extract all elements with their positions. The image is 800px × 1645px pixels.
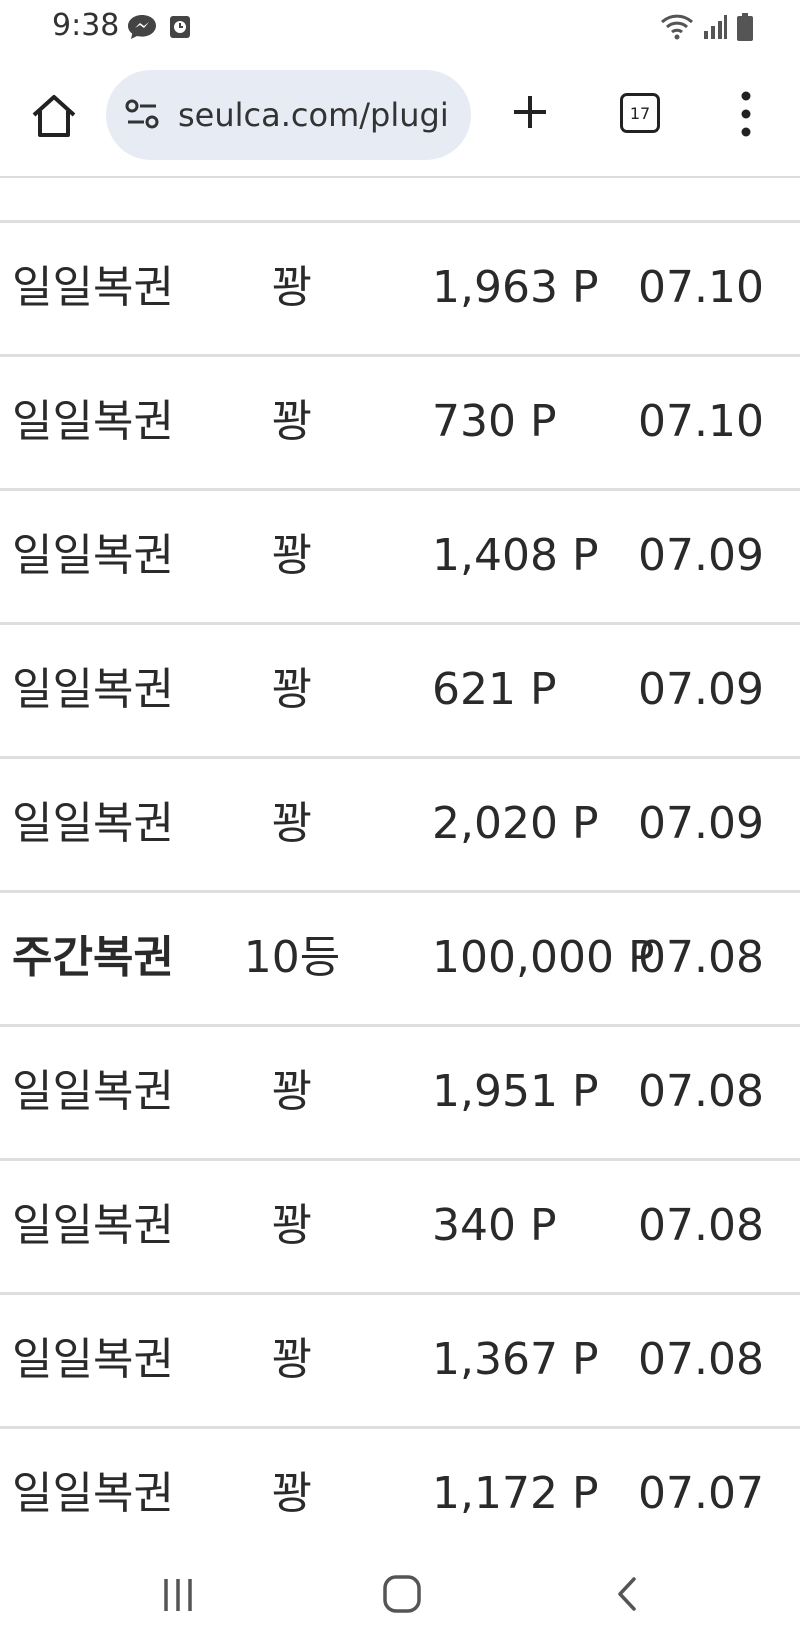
lottery-rank: 꽝	[271, 1066, 313, 1117]
lottery-date: 07.10	[638, 396, 764, 447]
home-icon	[32, 95, 76, 137]
more-menu-button[interactable]	[734, 86, 758, 142]
lottery-type: 일일복권	[12, 1334, 174, 1385]
lottery-type: 일일복권	[12, 1200, 174, 1251]
lottery-type: 일일복권	[12, 530, 174, 581]
lottery-date: 07.08	[638, 932, 764, 983]
wifi-icon	[660, 13, 694, 45]
lottery-type: 주간복권	[12, 932, 174, 983]
lottery-type: 일일복권	[12, 262, 174, 313]
lottery-points: 1,963 P	[432, 262, 599, 313]
lottery-type: 일일복권	[12, 664, 174, 715]
lottery-type: 일일복권	[12, 1468, 174, 1519]
lottery-date: 07.08	[638, 1066, 764, 1117]
lottery-date: 07.08	[638, 1200, 764, 1251]
new-tab-button[interactable]	[506, 88, 554, 136]
lottery-points: 1,172 P	[432, 1468, 599, 1519]
home-circle-icon	[383, 1575, 421, 1613]
table-row: 일일복권 꽝 1,172 P 07.07	[0, 1426, 800, 1560]
lottery-points: 1,408 P	[432, 530, 599, 581]
lottery-date: 07.10	[638, 262, 764, 313]
lottery-history-table: 일일복권 꽝 1,963 P 07.10 일일복권 꽝 730 P 07.10 일일복권 꽝 1,4…	[0, 220, 800, 1560]
back-button[interactable]	[610, 1573, 644, 1615]
toolbar-divider	[0, 176, 800, 178]
alarm-icon	[168, 14, 192, 44]
lottery-rank: 꽝	[271, 664, 313, 715]
lottery-points: 100,000 P	[432, 932, 655, 983]
status-bar: 9:38	[0, 0, 800, 56]
table-row: 주간복권 10등 100,000 P 07.08	[0, 890, 800, 1024]
table-row: 일일복권 꽝 1,408 P 07.09	[0, 488, 800, 622]
back-icon	[618, 1577, 636, 1611]
status-time: 9:38	[52, 8, 120, 43]
lottery-points: 2,020 P	[432, 798, 599, 849]
table-row: 일일복권 꽝 2,020 P 07.09	[0, 756, 800, 890]
site-info-icon[interactable]	[124, 98, 160, 132]
more-vert-icon	[741, 91, 751, 137]
lottery-rank: 꽝	[271, 798, 313, 849]
lottery-date: 07.08	[638, 1334, 764, 1385]
recents-button[interactable]	[160, 1575, 200, 1615]
table-row: 일일복권 꽝 1,963 P 07.10	[0, 220, 800, 354]
lottery-points: 621 P	[432, 664, 557, 715]
lottery-points: 1,951 P	[432, 1066, 599, 1117]
tab-switcher-button[interactable]: 17	[620, 93, 660, 133]
url-text[interactable]: seulca.com/plugi	[178, 96, 458, 134]
lottery-type: 일일복권	[12, 798, 174, 849]
table-row: 일일복권 꽝 621 P 07.09	[0, 622, 800, 756]
url-bar[interactable]: seulca.com/plugi	[106, 70, 471, 160]
lottery-points: 730 P	[432, 396, 557, 447]
lottery-date: 07.07	[638, 1468, 764, 1519]
home-button[interactable]	[28, 90, 80, 142]
lottery-type: 일일복권	[12, 1066, 174, 1117]
table-row: 일일복권 꽝 1,367 P 07.08	[0, 1292, 800, 1426]
plus-icon	[514, 96, 546, 128]
table-row: 일일복권 꽝 1,951 P 07.08	[0, 1024, 800, 1158]
lottery-points: 340 P	[432, 1200, 557, 1251]
table-row: 일일복권 꽝 730 P 07.10	[0, 354, 800, 488]
lottery-points: 1,367 P	[432, 1334, 599, 1385]
lottery-date: 07.09	[638, 530, 764, 581]
lottery-date: 07.09	[638, 798, 764, 849]
recents-icon	[164, 1579, 192, 1611]
lottery-rank: 꽝	[271, 1468, 313, 1519]
lottery-type: 일일복권	[12, 396, 174, 447]
lottery-date: 07.09	[638, 664, 764, 715]
messenger-icon	[126, 12, 158, 46]
lottery-rank: 꽝	[271, 1200, 313, 1251]
system-nav-bar	[0, 1545, 800, 1645]
lottery-rank: 꽝	[271, 262, 313, 313]
nav-home-button[interactable]	[381, 1573, 423, 1615]
signal-icon	[702, 13, 728, 45]
lottery-rank: 꽝	[271, 396, 313, 447]
table-row: 일일복권 꽝 340 P 07.08	[0, 1158, 800, 1292]
battery-icon	[736, 12, 754, 46]
lottery-rank: 10등	[243, 932, 341, 983]
lottery-rank: 꽝	[271, 530, 313, 581]
lottery-rank: 꽝	[271, 1334, 313, 1385]
browser-toolbar: seulca.com/plugi 17	[0, 62, 800, 168]
tab-count: 17	[629, 103, 651, 123]
